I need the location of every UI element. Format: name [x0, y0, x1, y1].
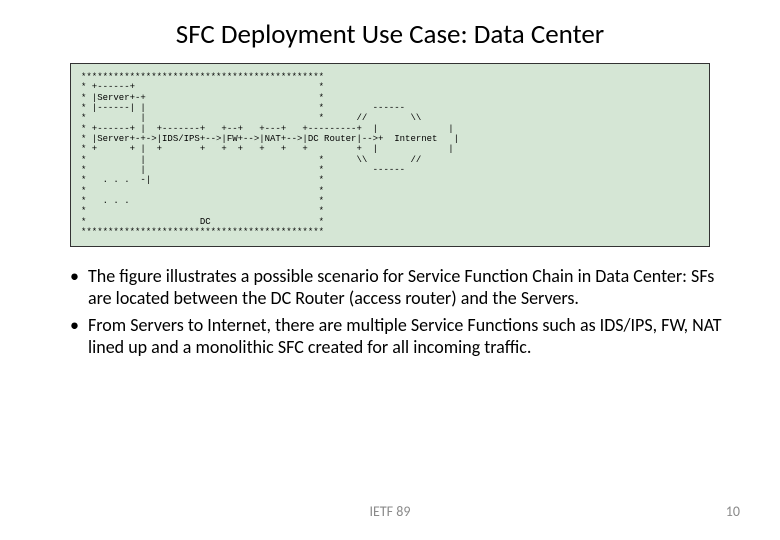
bullet-list: The figure illustrates a possible scenar… — [40, 265, 740, 359]
ascii-diagram-container: ****************************************… — [70, 63, 710, 247]
slide: SFC Deployment Use Case: Data Center ***… — [0, 0, 780, 540]
ascii-diagram: ****************************************… — [81, 72, 699, 238]
footer-page-number: 10 — [726, 503, 740, 520]
slide-title: SFC Deployment Use Case: Data Center — [40, 18, 740, 51]
footer-center: IETF 89 — [0, 503, 780, 520]
bullet-item: From Servers to Internet, there are mult… — [70, 314, 730, 359]
bullet-item: The figure illustrates a possible scenar… — [70, 265, 730, 310]
